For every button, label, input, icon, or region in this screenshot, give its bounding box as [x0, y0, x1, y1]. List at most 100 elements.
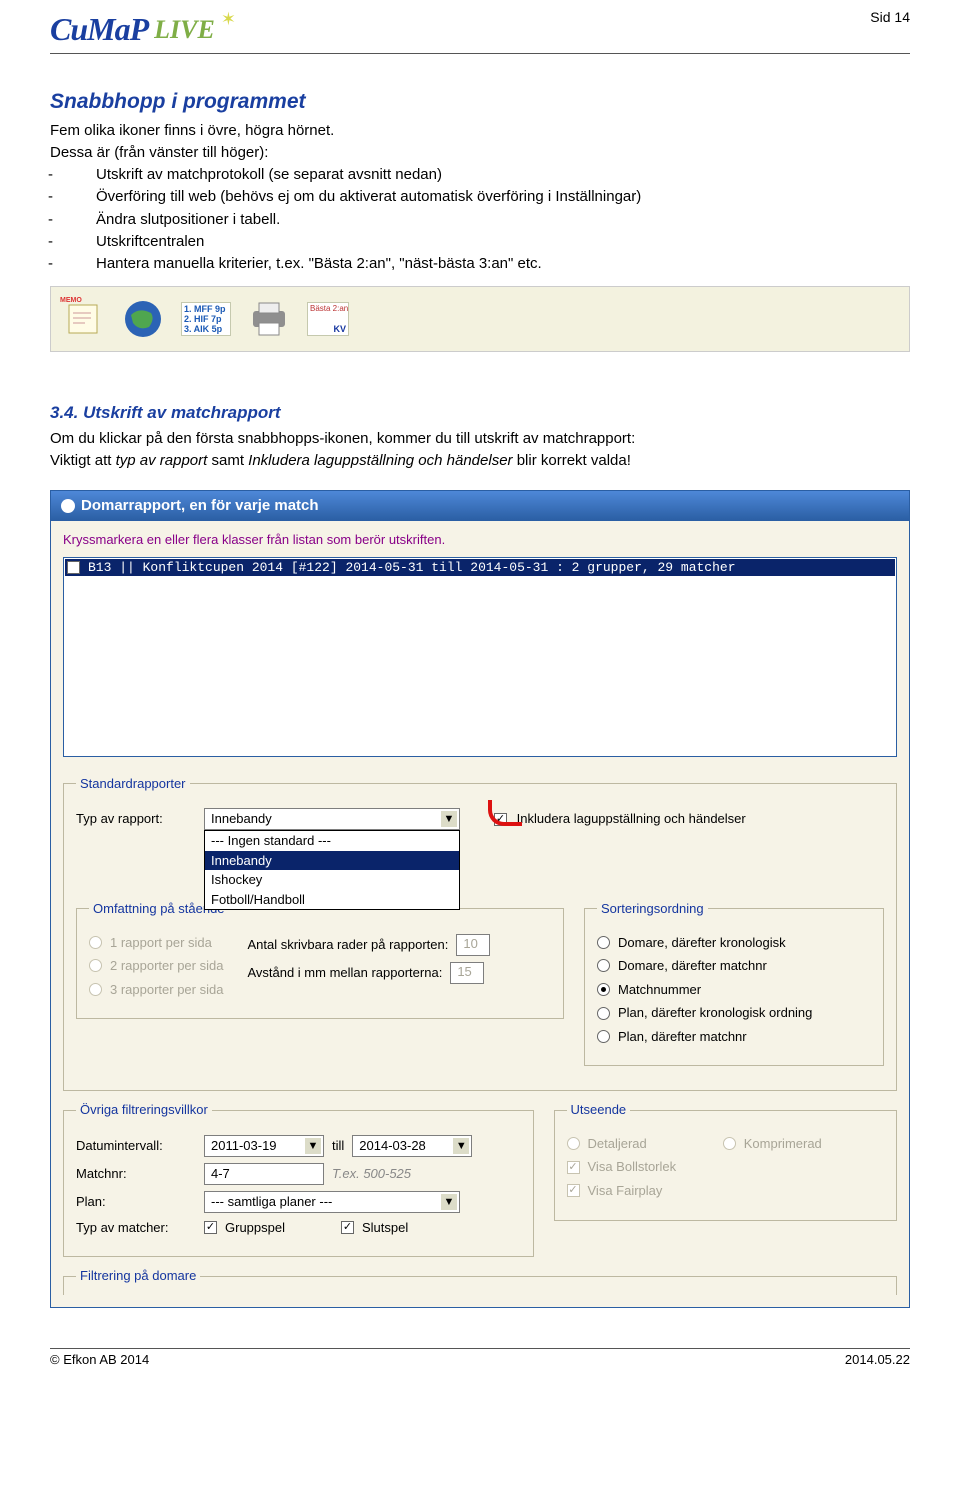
- report-dialog: Domarrapport, en för varje match Kryssma…: [50, 490, 910, 1308]
- star-icon: ✶: [221, 7, 236, 31]
- section1-intro: Fem olika ikoner finns i övre, högra hör…: [50, 121, 910, 141]
- radio-sort-2[interactable]: [597, 959, 610, 972]
- date-to[interactable]: 2014-03-28▼: [352, 1135, 472, 1157]
- label-sort: Plan, därefter matchnr: [618, 1028, 747, 1046]
- dropdown-typ-list[interactable]: --- Ingen standard --- Innebandy Ishocke…: [204, 830, 460, 910]
- chevron-down-icon: ▼: [441, 1194, 457, 1210]
- list-row: 3. AIK 5p: [184, 324, 228, 334]
- memo-label: MEMO: [60, 296, 82, 305]
- criteria-mini: Bästa 2:an KV: [307, 302, 349, 336]
- chevron-down-icon: ▼: [441, 811, 457, 827]
- chevron-down-icon: ▼: [453, 1138, 469, 1154]
- txt: blir korrekt valda!: [517, 452, 631, 469]
- label-3ps: 3 rapporter per sida: [110, 981, 223, 999]
- bullet-item: Utskrift av matchprotokoll (se separat a…: [72, 165, 910, 185]
- dropdown-option[interactable]: Fotboll/Handboll: [205, 890, 459, 910]
- page-footer: © Efkon AB 2014 2014.05.22: [50, 1348, 910, 1369]
- list-item[interactable]: B13 || Konfliktcupen 2014 [#122] 2014-05…: [65, 559, 895, 577]
- memo-icon: MEMO: [61, 297, 105, 341]
- checkbox-fairplay: [567, 1184, 580, 1197]
- bullet-item: Överföring till web (behövs ej om du akt…: [72, 187, 910, 207]
- page-header: CuMaP LIVE ✶ Sid 14: [50, 8, 910, 54]
- label-komprimerad: Komprimerad: [744, 1135, 822, 1153]
- legend-ovriga: Övriga filtreringsvillkor: [76, 1101, 212, 1119]
- footer-left: © Efkon AB 2014: [50, 1351, 149, 1369]
- toolbar-item-globe[interactable]: [121, 297, 165, 341]
- radio-1ps: [89, 936, 102, 949]
- txt: samt: [211, 452, 248, 469]
- toolbar-item-standings[interactable]: 1. MFF 9p 2. HIF 7p 3. AIK 5p: [181, 302, 231, 336]
- radio-detaljerad: [567, 1137, 580, 1150]
- section-title-snabbhopp: Snabbhopp i programmet: [50, 88, 910, 116]
- dialog-title: Domarrapport, en för varje match: [81, 496, 319, 516]
- radio-sort-4[interactable]: [597, 1007, 610, 1020]
- checkbox-icon[interactable]: [67, 561, 80, 574]
- radio-sort-5[interactable]: [597, 1030, 610, 1043]
- section-title-utskrift: 3.4. Utskrift av matchrapport: [50, 402, 910, 425]
- label-fairplay: Visa Fairplay: [588, 1182, 663, 1200]
- label-typ: Typ av rapport:: [76, 810, 196, 828]
- quickjump-toolbar: MEMO 1. MFF 9p 2. HIF 7p 3. AIK 5p: [50, 286, 910, 352]
- label-rader: Antal skrivbara rader på rapporten:: [247, 936, 448, 954]
- legend-utseende: Utseende: [567, 1101, 631, 1119]
- checkbox-slutspel[interactable]: [341, 1221, 354, 1234]
- fieldset-standardrapporter: Standardrapporter Typ av rapport: Inneba…: [63, 775, 897, 1092]
- dropdown-plan[interactable]: --- samtliga planer ---▼: [204, 1191, 460, 1213]
- label-1ps: 1 rapport per sida: [110, 934, 212, 952]
- logo-secondary: LIVE: [154, 12, 215, 47]
- label-sort: Plan, därefter kronologisk ordning: [618, 1004, 812, 1022]
- label-matchnr: Matchnr:: [76, 1165, 196, 1183]
- dropdown-value: Innebandy: [211, 810, 272, 828]
- radio-sort-1[interactable]: [597, 936, 610, 949]
- label-2ps: 2 rapporter per sida: [110, 957, 223, 975]
- section1-lead: Dessa är (från vänster till höger):: [50, 143, 910, 163]
- toolbar-item-memo[interactable]: MEMO: [61, 297, 105, 341]
- label-slutspel: Slutspel: [362, 1219, 408, 1237]
- logo: CuMaP LIVE ✶: [50, 8, 236, 51]
- legend-standard: Standardrapporter: [76, 775, 190, 793]
- dropdown-option[interactable]: Innebandy: [205, 851, 459, 871]
- globe-icon: [121, 297, 165, 341]
- checkbox-bollstorlek: [567, 1161, 580, 1174]
- list-row: 2. HIF 7p: [184, 314, 228, 324]
- section2-p1: Om du klickar på den första snabbhopps-i…: [50, 429, 910, 449]
- fieldset-utseende: Utseende Detaljerad Komprimerad Visa Bol…: [554, 1101, 898, 1220]
- dropdown-option[interactable]: --- Ingen standard ---: [205, 831, 459, 851]
- fieldset-domare: Filtrering på domare: [63, 1267, 897, 1295]
- standings-mini-list: 1. MFF 9p 2. HIF 7p 3. AIK 5p: [181, 302, 231, 336]
- label-sort: Domare, därefter matchnr: [618, 957, 767, 975]
- red-annotation-mark: [488, 800, 522, 826]
- em-typ: typ av rapport: [116, 452, 208, 469]
- bullet-item: Ändra slutpositioner i tabell.: [72, 210, 910, 230]
- toolbar-item-printer[interactable]: [247, 297, 291, 341]
- label-datum: Datumintervall:: [76, 1137, 196, 1155]
- dropdown-typ[interactable]: Innebandy ▼: [204, 808, 460, 830]
- radio-2ps: [89, 959, 102, 972]
- section1-bullet-list: Utskrift av matchprotokoll (se separat a…: [72, 165, 910, 274]
- checkbox-gruppspel[interactable]: [204, 1221, 217, 1234]
- list-item-text: B13 || Konfliktcupen 2014 [#122] 2014-05…: [88, 559, 736, 577]
- input-rader: 10: [456, 934, 490, 956]
- bullet-item: Hantera manuella kriterier, t.ex. "Bästa…: [72, 254, 910, 274]
- em-inkl: Inkludera laguppställning och händelser: [248, 452, 512, 469]
- toolbar-item-criteria[interactable]: Bästa 2:an KV: [307, 302, 349, 336]
- app-icon: [61, 499, 75, 513]
- list-row: 1. MFF 9p: [184, 304, 228, 314]
- dialog-hint: Kryssmarkera en eller flera klasser från…: [63, 531, 897, 549]
- fieldset-omfattning: Omfattning på stående 1 rapport per sida…: [76, 900, 564, 1019]
- criteria-top: Bästa 2:an: [310, 304, 346, 314]
- label-sort: Matchnummer: [618, 981, 701, 999]
- label-gruppspel: Gruppspel: [225, 1219, 285, 1237]
- fieldset-ovriga: Övriga filtreringsvillkor Datumintervall…: [63, 1101, 534, 1257]
- class-listbox[interactable]: B13 || Konfliktcupen 2014 [#122] 2014-05…: [63, 557, 897, 757]
- radio-sort-3[interactable]: [597, 983, 610, 996]
- dropdown-option[interactable]: Ishockey: [205, 870, 459, 890]
- radio-komprimerad: [723, 1137, 736, 1150]
- dialog-titlebar: Domarrapport, en för varje match: [51, 491, 909, 521]
- date-from-value: 2011-03-19: [211, 1137, 277, 1155]
- section2-p2: Viktigt att typ av rapport samt Inkluder…: [50, 451, 910, 471]
- date-from[interactable]: 2011-03-19▼: [204, 1135, 324, 1157]
- input-matchnr[interactable]: [204, 1163, 324, 1185]
- printer-icon: [247, 297, 291, 341]
- footer-right: 2014.05.22: [845, 1351, 910, 1369]
